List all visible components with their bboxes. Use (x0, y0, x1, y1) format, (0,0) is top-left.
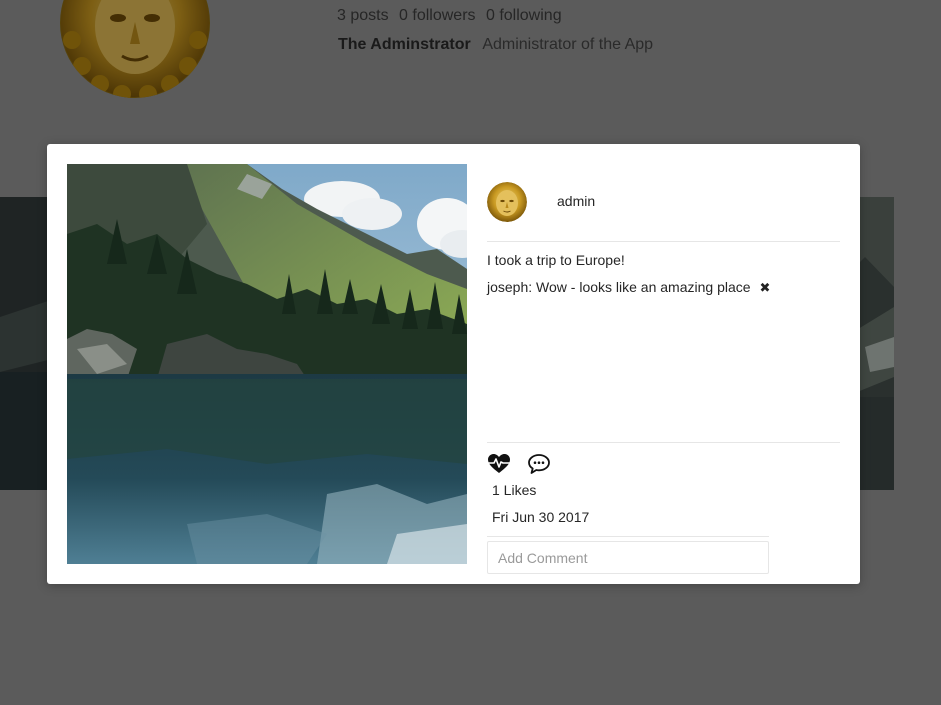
posts-count: 3 posts (337, 7, 389, 24)
comment-item: joseph: Wow - looks like an amazing plac… (487, 279, 770, 296)
likes-count[interactable]: 1 Likes (492, 482, 536, 498)
post-caption: I took a trip to Europe! (487, 252, 625, 268)
profile-avatar[interactable] (60, 0, 210, 98)
post-author-username[interactable]: admin (557, 193, 595, 209)
post-date: Fri Jun 30 2017 (492, 509, 590, 525)
followers-count[interactable]: 0 followers (399, 7, 475, 24)
post-header: admin (487, 182, 840, 222)
divider (487, 241, 840, 242)
post-photo (67, 164, 467, 564)
profile-full-name: The Adminstrator (338, 36, 471, 53)
page: 3 posts 0 followers 0 following The Admi… (0, 0, 941, 705)
divider (487, 536, 769, 537)
speech-bubble-icon[interactable] (527, 452, 551, 476)
following-count[interactable]: 0 following (486, 7, 562, 24)
profile-stats: 3 posts 0 followers 0 following (337, 7, 568, 25)
comment-text: joseph: Wow - looks like an amazing plac… (487, 279, 751, 295)
divider (487, 442, 840, 443)
post-author-avatar[interactable] (487, 182, 527, 222)
profile-bio: Administrator of the App (482, 36, 654, 53)
close-icon[interactable]: ✖ (759, 280, 770, 296)
post-modal: admin I took a trip to Europe! joseph: W… (47, 144, 860, 584)
post-actions (487, 452, 607, 476)
heart-pulse-icon[interactable] (487, 452, 511, 476)
post-details-panel: admin I took a trip to Europe! joseph: W… (487, 164, 840, 574)
profile-name-row: The Adminstrator Administrator of the Ap… (338, 36, 653, 54)
add-comment-input[interactable] (487, 541, 769, 574)
